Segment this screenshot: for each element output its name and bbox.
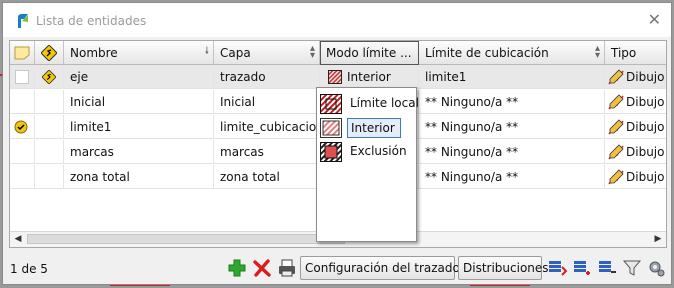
cell-tipo-text: Dibujo e bbox=[626, 70, 666, 84]
warning-sign-icon bbox=[42, 70, 56, 84]
sort-arrows-icon: ▴ ▾ bbox=[309, 43, 315, 61]
distribuciones-button[interactable]: Distribuciones bbox=[458, 256, 549, 280]
cell-limite-cubicacion[interactable]: limite1 bbox=[419, 65, 605, 89]
filter-icon[interactable] bbox=[622, 258, 642, 278]
header-tipo[interactable]: Tipo bbox=[605, 41, 666, 65]
cell-tipo-text: Dibujo e bbox=[626, 145, 666, 159]
cell-capa[interactable]: Inicial bbox=[214, 90, 320, 114]
sort-arrows-icon: ▴ ▾ bbox=[594, 43, 600, 61]
row-check-cell[interactable] bbox=[10, 140, 35, 164]
row-check-cell[interactable] bbox=[10, 165, 35, 189]
header-nombre[interactable]: Nombre 🠗 bbox=[64, 41, 214, 65]
header-modo-limite[interactable]: Modo límite ... bbox=[320, 41, 419, 65]
printer-icon[interactable] bbox=[277, 258, 297, 278]
header-label: Nombre bbox=[70, 46, 118, 60]
cell-tipo-text: Dibujo e bbox=[626, 95, 666, 109]
window-title: Lista de entidades bbox=[36, 14, 147, 28]
row-checkbox[interactable] bbox=[15, 70, 29, 84]
header-capa[interactable]: Capa ▴ ▾ bbox=[214, 41, 320, 65]
row-warning-cell bbox=[35, 90, 64, 114]
entity-list-window: Lista de entidades ✕ Nombre 🠗 Capa ▴ ▾ Mo… bbox=[2, 2, 672, 285]
cell-nombre[interactable]: Inicial bbox=[64, 90, 214, 114]
table-settings-icon[interactable] bbox=[597, 258, 617, 278]
dropdown-option[interactable]: Exclusión bbox=[319, 140, 416, 164]
check-circle-icon bbox=[14, 120, 28, 134]
cell-limite-cubicacion[interactable]: ** Ninguno/a ** bbox=[419, 115, 605, 139]
cell-limite-cubicacion[interactable]: ** Ninguno/a ** bbox=[419, 140, 605, 164]
export-table-icon[interactable] bbox=[572, 258, 592, 278]
row-check-cell[interactable] bbox=[10, 115, 35, 139]
cell-tipo[interactable]: Dibujo e bbox=[605, 115, 666, 139]
cell-capa[interactable]: marcas bbox=[214, 140, 320, 164]
config-trazado-button[interactable]: Configuración del trazado... bbox=[300, 256, 471, 280]
cell-nombre[interactable]: eje bbox=[64, 65, 214, 89]
title-bar: Lista de entidades ✕ bbox=[3, 3, 671, 37]
header-label: Tipo bbox=[611, 46, 637, 60]
record-count: 1 de 5 bbox=[10, 262, 48, 276]
cell-tipo[interactable]: Dibujo e bbox=[605, 140, 666, 164]
row-check-cell[interactable] bbox=[10, 90, 35, 114]
dropdown-option[interactable]: Límite local bbox=[319, 92, 419, 116]
cell-capa[interactable]: limite_cubicacion bbox=[214, 115, 320, 139]
scroll-right-icon[interactable]: ▶ bbox=[652, 233, 664, 245]
app-logo-icon bbox=[18, 14, 28, 28]
cell-modo-limite[interactable]: Interior bbox=[320, 65, 419, 89]
row-check-cell[interactable] bbox=[10, 65, 35, 89]
scroll-left-icon[interactable]: ◀ bbox=[12, 233, 24, 245]
dropdown-option[interactable]: Interior bbox=[319, 116, 416, 140]
row-warning-cell bbox=[35, 165, 64, 189]
cell-tipo[interactable]: Dibujo e bbox=[605, 90, 666, 114]
cell-limite-cubicacion[interactable]: ** Ninguno/a ** bbox=[419, 165, 605, 189]
line-drawing-icon bbox=[608, 169, 624, 185]
line-drawing-icon bbox=[608, 94, 624, 110]
cell-nombre[interactable]: marcas bbox=[64, 140, 214, 164]
header-warning[interactable] bbox=[35, 41, 64, 65]
cell-nombre[interactable]: limite1 bbox=[64, 115, 214, 139]
header-label: Capa bbox=[220, 46, 251, 60]
import-table-icon[interactable] bbox=[547, 258, 567, 278]
add-icon[interactable] bbox=[227, 258, 247, 278]
dropdown-option-label: Interior bbox=[347, 118, 401, 138]
gear-icon[interactable] bbox=[646, 258, 666, 278]
cell-tipo-text: Dibujo e bbox=[626, 120, 666, 134]
header-limite-cubicacion[interactable]: Límite de cubicación ▴ ▾ bbox=[419, 41, 605, 65]
warning-sign-icon bbox=[41, 45, 57, 61]
limite-local-icon bbox=[320, 94, 342, 114]
modo-limite-dropdown: Límite local Interior Exclusión bbox=[316, 87, 419, 242]
cell-tipo[interactable]: Dibujo e bbox=[605, 165, 666, 189]
close-icon[interactable]: ✕ bbox=[648, 10, 661, 29]
dropdown-option-label: Límite local bbox=[350, 96, 419, 110]
cell-tipo-text: Dibujo e bbox=[626, 170, 666, 184]
header-label: Modo límite ... bbox=[326, 46, 412, 60]
cell-capa[interactable]: zona total bbox=[214, 165, 320, 189]
sort-down-icon: 🠗 bbox=[204, 46, 209, 57]
cell-modo-text: Interior bbox=[347, 70, 391, 84]
cell-nombre[interactable]: zona total bbox=[64, 165, 214, 189]
cell-capa[interactable]: trazado bbox=[214, 65, 320, 89]
status-bar: 1 de 5 Configuración del trazado... Dist… bbox=[3, 252, 671, 284]
cell-tipo[interactable]: Dibujo e bbox=[605, 65, 666, 89]
interior-mode-icon bbox=[320, 118, 342, 138]
line-drawing-icon bbox=[608, 144, 624, 160]
line-drawing-icon bbox=[608, 69, 624, 85]
note-icon bbox=[14, 46, 30, 60]
interior-mode-icon bbox=[328, 70, 342, 84]
dropdown-option-label: Exclusión bbox=[350, 144, 407, 158]
row-warning-cell bbox=[35, 65, 64, 89]
scroll-thumb[interactable] bbox=[27, 234, 345, 244]
exclusion-mode-icon bbox=[320, 142, 342, 162]
header-select-all[interactable] bbox=[10, 41, 35, 65]
line-drawing-icon bbox=[608, 119, 624, 135]
cell-limite-cubicacion[interactable]: ** Ninguno/a ** bbox=[419, 90, 605, 114]
row-warning-cell bbox=[35, 115, 64, 139]
header-label: Límite de cubicación bbox=[425, 46, 549, 60]
row-warning-cell bbox=[35, 140, 64, 164]
table-row[interactable]: ejetrazado Interior limite1 Dibujo e bbox=[10, 65, 666, 89]
delete-icon[interactable] bbox=[252, 258, 272, 278]
